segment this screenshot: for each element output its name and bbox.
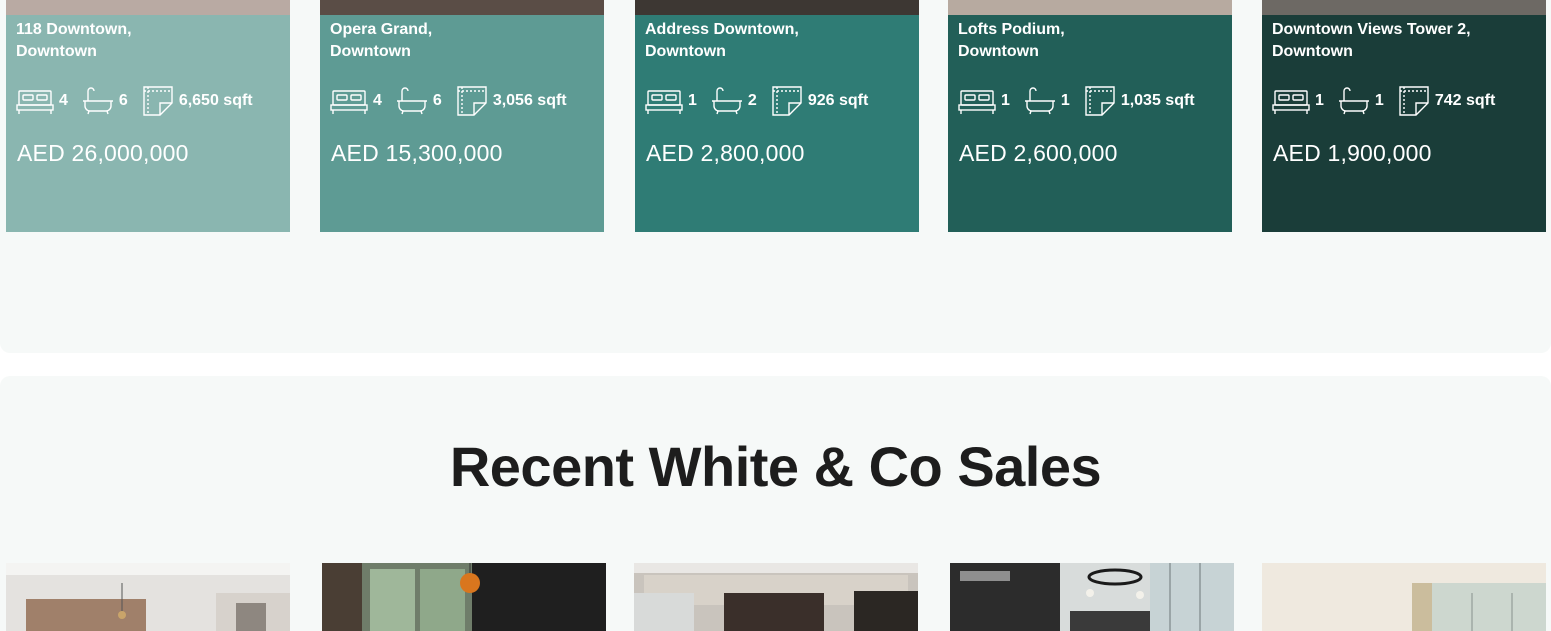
- listing-name-line2: Downtown: [1272, 43, 1353, 60]
- sale-photo-1[interactable]: [6, 563, 290, 631]
- listing-card[interactable]: Address Downtown, Downtown 1 2 926 sqft …: [635, 0, 919, 232]
- bed-icon: [16, 85, 54, 117]
- listing-name-line1: Address Downtown,: [645, 21, 799, 38]
- interior-photo: [322, 563, 606, 631]
- listing-photo[interactable]: [320, 0, 604, 15]
- bathtub-icon: [82, 85, 114, 117]
- listing-area: 6,650 sqft: [178, 92, 253, 109]
- listing-card[interactable]: Lofts Podium, Downtown 1 1 1,035 sqft AE…: [948, 0, 1232, 232]
- listing-photo[interactable]: [635, 0, 919, 15]
- interior-photo: [950, 563, 1234, 631]
- floor-plan-icon: [142, 85, 174, 117]
- bed-icon: [958, 85, 996, 117]
- listing-baths: 1: [1374, 92, 1384, 109]
- listing-name[interactable]: Opera Grand, Downtown: [330, 19, 590, 63]
- sale-photo-3[interactable]: [634, 563, 918, 631]
- sale-photo-2[interactable]: [322, 563, 606, 631]
- listing-beds: 4: [373, 92, 382, 109]
- floor-plan-icon: [1084, 85, 1116, 117]
- listing-baths: 6: [432, 92, 442, 109]
- bed-icon: [330, 85, 368, 117]
- bed-icon: [645, 85, 683, 117]
- interior-photo: [1262, 563, 1546, 631]
- listing-name-line1: Opera Grand,: [330, 21, 433, 38]
- bathtub-icon: [711, 85, 743, 117]
- recent-sales-heading: Recent White & Co Sales: [449, 435, 1102, 498]
- listing-area: 926 sqft: [807, 92, 869, 109]
- listing-card[interactable]: 118 Downtown, Downtown 4 6 6,650 sqft AE…: [6, 0, 290, 232]
- listing-beds: 4: [59, 92, 68, 109]
- listing-specs: 1 2 926 sqft: [645, 84, 882, 118]
- listing-photo[interactable]: [6, 0, 290, 15]
- listing-name[interactable]: Lofts Podium, Downtown: [958, 19, 1218, 63]
- bathtub-icon: [1024, 85, 1056, 117]
- listing-baths: 2: [747, 92, 757, 109]
- listing-baths: 6: [118, 92, 128, 109]
- listing-specs: 1 1 1,035 sqft: [958, 84, 1209, 118]
- listing-name-line1: Downtown Views Tower 2,: [1272, 21, 1471, 38]
- sale-photo-5[interactable]: [1262, 563, 1546, 631]
- listing-price: AED 2,800,000: [646, 140, 805, 166]
- bathtub-icon: [1338, 85, 1370, 117]
- interior-photo: [6, 563, 290, 631]
- listing-name[interactable]: Downtown Views Tower 2, Downtown: [1272, 19, 1532, 63]
- listing-specs: 1 1 742 sqft: [1272, 84, 1509, 118]
- listing-specs: 4 6 6,650 sqft: [16, 84, 267, 118]
- listing-card[interactable]: Opera Grand, Downtown 4 6 3,056 sqft AED…: [320, 0, 604, 232]
- listing-name-line2: Downtown: [645, 43, 726, 60]
- listing-name-line1: Lofts Podium,: [958, 21, 1065, 38]
- interior-photo: [634, 563, 918, 631]
- listing-price: AED 26,000,000: [17, 140, 189, 166]
- bathtub-icon: [396, 85, 428, 117]
- listing-card[interactable]: Downtown Views Tower 2, Downtown 1 1 742…: [1262, 0, 1546, 232]
- listing-beds: 1: [1315, 92, 1324, 109]
- listing-beds: 1: [1001, 92, 1010, 109]
- listing-beds: 1: [688, 92, 697, 109]
- listing-price: AED 15,300,000: [331, 140, 503, 166]
- listing-baths: 1: [1060, 92, 1070, 109]
- listing-name[interactable]: 118 Downtown, Downtown: [16, 19, 276, 63]
- floor-plan-icon: [771, 85, 803, 117]
- listing-photo[interactable]: [1262, 0, 1546, 15]
- listing-area: 1,035 sqft: [1120, 92, 1195, 109]
- listing-name[interactable]: Address Downtown, Downtown: [645, 19, 905, 63]
- listing-name-line2: Downtown: [16, 43, 97, 60]
- listing-photo[interactable]: [948, 0, 1232, 15]
- listing-name-line1: 118 Downtown,: [16, 21, 132, 38]
- floor-plan-icon: [456, 85, 488, 117]
- listing-area: 742 sqft: [1434, 92, 1496, 109]
- listing-price: AED 1,900,000: [1273, 140, 1432, 166]
- listing-price: AED 2,600,000: [959, 140, 1118, 166]
- listing-area: 3,056 sqft: [492, 92, 567, 109]
- listing-name-line2: Downtown: [330, 43, 411, 60]
- bed-icon: [1272, 85, 1310, 117]
- listing-specs: 4 6 3,056 sqft: [330, 84, 581, 118]
- listing-name-line2: Downtown: [958, 43, 1039, 60]
- sale-photo-4[interactable]: [950, 563, 1234, 631]
- floor-plan-icon: [1398, 85, 1430, 117]
